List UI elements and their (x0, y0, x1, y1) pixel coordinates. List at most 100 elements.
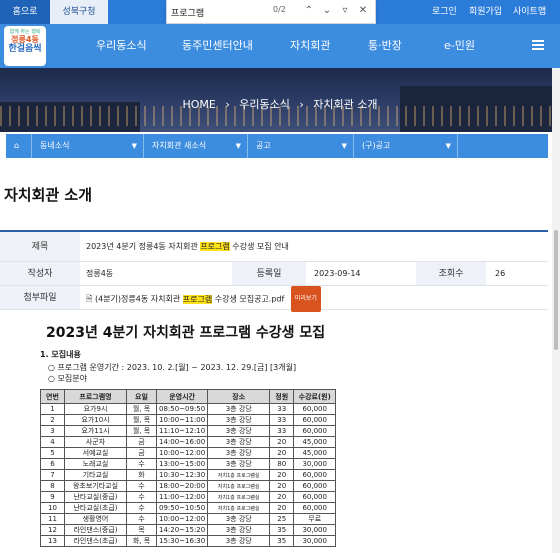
site-header: 함께 하는 행복 정릉4동 한걸음씩 우리동소식 동주민센터안내 자치회관 통·… (0, 24, 560, 68)
site-logo[interactable]: 함께 하는 행복 정릉4동 한걸음씩 (4, 26, 46, 66)
table-row: 1 요가9시 월, 목 08:50~09:50 3층 강당 33 60,000 (40, 403, 337, 415)
table-cell: 5 (40, 447, 65, 459)
table-cell: 수 (126, 513, 157, 525)
table-row: 11 생활영어 수 10:00~12:00 3층 강당 25 무료 (40, 513, 337, 525)
attachment-label: 첨부파일 (0, 286, 80, 309)
table-cell: 월, 목 (126, 425, 157, 437)
home-link[interactable]: 홈으로 (0, 0, 50, 24)
post-views: 26 (495, 269, 506, 278)
table-cell: 2 (40, 414, 65, 426)
table-cell: 60,000 (293, 425, 337, 437)
table-cell: 30,000 (293, 535, 337, 547)
table-cell: 3층 강당 (207, 458, 271, 470)
date-label: 등록일 (232, 262, 306, 285)
nav-item-news[interactable]: 우리동소식 (96, 24, 147, 68)
table-cell: 11:00~12:00 (155, 491, 209, 503)
nav-item-center-info[interactable]: 동주민센터안내 (182, 24, 253, 68)
table-cell: 08:50~09:50 (155, 403, 209, 415)
find-close-icon[interactable]: ✕ (355, 3, 371, 19)
table-cell: 25 (269, 513, 295, 525)
attachment-file[interactable]: 🗎 (4분기)정릉4동 자치회관 프로그램 수강생 모집공고.pdf 미리보기 (86, 286, 321, 312)
find-next-icon[interactable]: ⌄ (319, 3, 335, 19)
hero-banner: HOME › 우리동소식 › 자치회관 소개 (0, 68, 560, 132)
table-cell: 7 (40, 469, 65, 481)
table-cell: 80 (269, 458, 295, 470)
table-cell: 14:00~16:00 (155, 436, 209, 448)
table-cell: 45,000 (293, 447, 337, 459)
table-row: 5 서예교실 금 10:00~12:00 3층 강당 20 45,000 (40, 447, 337, 459)
subject-text-pre: 2023년 4분기 정릉4동 자치회관 (86, 242, 201, 251)
post-meta-row: 작성자 정릉4동 등록일 2023-09-14 조회수 26 (0, 262, 548, 286)
menu-icon[interactable] (532, 40, 544, 50)
chevron-down-icon: ▼ (235, 142, 241, 150)
table-cell: 수 (126, 480, 157, 492)
section-heading: 1. 모집내용 (40, 350, 81, 359)
find-in-page-bar: 0/2 ⌃ ⌄ ▿ ✕ (166, 0, 376, 24)
breadcrumb: HOME › 우리동소식 › 자치회관 소개 (0, 96, 560, 112)
table-cell: 화 (126, 469, 157, 481)
find-filter-icon[interactable]: ▿ (337, 3, 353, 19)
table-cell: 난타교실(중급) (64, 491, 127, 503)
post-author: 정릉4동 (86, 269, 114, 278)
table-cell: 30,000 (293, 524, 337, 536)
table-cell: 수 (126, 458, 157, 470)
find-previous-icon[interactable]: ⌃ (301, 3, 317, 19)
table-cell: 서예교실 (64, 447, 127, 459)
table-cell: 20 (269, 436, 295, 448)
table-cell: 무료 (293, 513, 337, 525)
column-header: 연번 (40, 389, 65, 404)
table-cell: 11 (40, 513, 65, 525)
home-icon[interactable]: ⌂ (6, 134, 32, 158)
table-cell: 35 (269, 535, 295, 547)
subnav-hall-news[interactable]: 자치회관 새소식 ▼ (144, 134, 248, 158)
table-cell: 자치1층 프로그램실 (207, 480, 271, 492)
column-header: 장소 (207, 389, 271, 404)
table-row: 3 요가11시 월, 목 11:10~12:10 3층 강당 33 60,000 (40, 425, 337, 437)
file-icon: 🗎 (86, 294, 93, 304)
table-cell: 20 (269, 502, 295, 514)
table-cell: 10 (40, 502, 65, 514)
signup-link[interactable]: 회원가입 (469, 0, 502, 24)
subnav-old-notice[interactable]: (구)공고 ▼ (354, 134, 458, 158)
breadcrumb-current: 자치회관 소개 (313, 98, 378, 111)
table-cell: 3층 강당 (207, 436, 271, 448)
chevron-down-icon: ▼ (131, 142, 137, 150)
subnav-old-notice-label: (구)공고 (362, 141, 391, 150)
nav-item-e-civil[interactable]: e-민원 (444, 24, 475, 68)
table-cell: 요가11시 (64, 425, 127, 437)
scrollbar-thumb[interactable] (554, 230, 558, 350)
table-cell: 월, 목 (126, 414, 157, 426)
table-cell: 14:20~15:20 (155, 524, 209, 536)
table-cell: 8 (40, 480, 65, 492)
attachment-name-post: 수강생 모집공고.pdf (212, 294, 285, 304)
table-cell: 3층 강당 (207, 447, 271, 459)
sub-navigation: ⌂ 동네소식 ▼ 자치회관 새소식 ▼ 공고 ▼ (구)공고 ▼ (6, 134, 548, 158)
table-row: 4 사군자 금 14:00~16:00 3층 강당 20 45,000 (40, 436, 337, 448)
table-cell: 30,000 (293, 458, 337, 470)
column-header: 운영시간 (155, 389, 209, 404)
table-cell: 60,000 (293, 491, 337, 503)
column-header: 수강료(원) (293, 389, 337, 404)
table-header-row: 연번 프로그램명 요일 운영시간 장소 정원 수강료(원) (40, 389, 337, 404)
views-label: 조회수 (416, 262, 486, 285)
table-row: 6 노래교실 수 13:00~15:00 3층 강당 80 30,000 (40, 458, 337, 470)
table-cell: 10:00~11:00 (155, 414, 209, 426)
sitemap-link[interactable]: 사이트맵 (513, 0, 546, 24)
table-cell: 20 (269, 491, 295, 503)
table-cell: 3층 강당 (207, 414, 271, 426)
breadcrumb-home[interactable]: HOME (182, 98, 215, 111)
table-cell: 20 (269, 480, 295, 492)
table-row: 2 요가10시 월, 목 10:00~11:00 3층 강당 33 60,000 (40, 414, 337, 426)
nav-item-community-hall[interactable]: 자치회관 (290, 24, 330, 68)
table-cell: 11:10~12:10 (155, 425, 209, 437)
nav-item-tong-ban[interactable]: 통·반장 (368, 24, 402, 68)
preview-button[interactable]: 미리보기 (290, 286, 321, 312)
breadcrumb-news[interactable]: 우리동소식 (239, 98, 290, 111)
login-link[interactable]: 로그인 (432, 0, 457, 24)
subnav-notice[interactable]: 공고 ▼ (248, 134, 354, 158)
subnav-news-label: 동네소식 (40, 141, 70, 150)
district-office-link[interactable]: 성북구청 (50, 0, 108, 24)
subnav-news[interactable]: 동네소식 ▼ (32, 134, 144, 158)
breadcrumb-separator: › (225, 98, 230, 111)
table-cell: 60,000 (293, 469, 337, 481)
